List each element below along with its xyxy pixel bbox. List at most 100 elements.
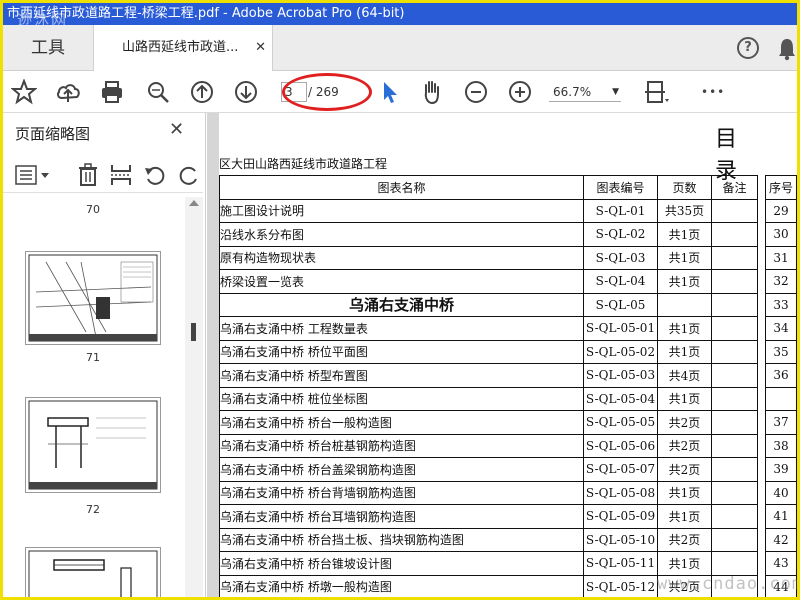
cell-seq: 32 <box>765 269 797 294</box>
thumbnail-list[interactable]: 70 71 72 <box>3 197 185 597</box>
cell-name: 乌涌右支涌中桥 桩位坐标图 <box>219 386 584 411</box>
thumbnail-page[interactable] <box>25 547 161 597</box>
cell-note <box>711 269 758 294</box>
chevron-down-icon: ▼ <box>612 87 619 97</box>
seq-row: 39 <box>765 457 797 482</box>
seq-row: 38 <box>765 433 797 458</box>
seq-row: 35 <box>765 339 797 364</box>
cell-name: 乌涌右支涌中桥 桥台一般构造图 <box>219 410 584 435</box>
cell-name: 乌涌右支涌中桥 桥台锥坡设计图 <box>219 551 584 576</box>
star-bookmark-icon[interactable] <box>11 79 37 105</box>
thumbnail-options-icon[interactable] <box>15 165 51 185</box>
cell-code: S-QL-05-02 <box>583 339 658 364</box>
cloud-upload-icon[interactable] <box>55 79 81 105</box>
hand-tool-icon[interactable] <box>419 79 445 105</box>
main-toolbar: 3 / 269 66.7% ▼ ••• <box>3 71 797 113</box>
seq-table: 序号 29 30 31 32 33 34 35 36 37 38 39 40 41 42 43 44 <box>765 175 797 597</box>
scroll-up-icon[interactable] <box>189 199 199 207</box>
more-tools-icon[interactable]: ••• <box>701 79 727 105</box>
cell-name: 乌涌右支涌中桥 桥台挡土板、挡块钢筋构造图 <box>219 527 584 552</box>
cell-pages: 共1页 <box>657 245 712 270</box>
tab-bar: 工具 山路西延线市政道... ✕ ? <box>3 25 797 72</box>
col-header-name: 图表名称 <box>219 175 584 200</box>
zoom-level-select[interactable]: 66.7% ▼ <box>549 82 621 102</box>
document-viewer[interactable]: 目录 区大田山路西延线市政道路工程 图表名称 图表编号 页数 备注 施工图设计说… <box>207 113 797 597</box>
col-header-code: 图表编号 <box>583 175 658 200</box>
zoom-out-icon[interactable] <box>463 79 489 105</box>
pdf-page: 目录 区大田山路西延线市政道路工程 图表名称 图表编号 页数 备注 施工图设计说… <box>219 113 797 597</box>
cell-pages: 共1页 <box>657 269 712 294</box>
col-header-seq: 序号 <box>765 175 797 200</box>
print-icon[interactable] <box>99 79 125 105</box>
seq-row: 43 <box>765 551 797 576</box>
cell-code: S-QL-02 <box>583 222 658 247</box>
zoom-level-value: 66.7% <box>553 85 592 99</box>
tab-document-label: 山路西延线市政道... <box>122 40 239 55</box>
cell-name: 乌涌右支涌中桥 桥台背墙钢筋构造图 <box>219 480 584 505</box>
next-page-icon[interactable] <box>233 79 259 105</box>
cell-name: 原有构造物现状表 <box>219 245 584 270</box>
cell-pages: 共2页 <box>657 410 712 435</box>
cell-pages: 共2页 <box>657 457 712 482</box>
cell-code: S-QL-05 <box>583 292 658 317</box>
thumbnail-label: 70 <box>86 203 100 216</box>
thumbnail-page[interactable] <box>25 397 161 493</box>
seq-row: 34 <box>765 316 797 341</box>
tab-tools[interactable]: 工具 <box>3 25 93 71</box>
cell-pages: 共1页 <box>657 480 712 505</box>
cell-seq: 36 <box>765 363 797 388</box>
thumbnail-label: 71 <box>86 351 100 364</box>
rotate-clockwise-icon[interactable] <box>177 163 197 187</box>
cell-seq: 40 <box>765 480 797 505</box>
cell-code: S-QL-05-06 <box>583 433 658 458</box>
watermark-bottom-right: www.cndao.com <box>657 574 797 594</box>
cell-pages: 共1页 <box>657 339 712 364</box>
cell-pages: 共1页 <box>657 504 712 529</box>
select-cursor-icon[interactable] <box>377 79 403 105</box>
scrollbar-thumb[interactable] <box>191 323 196 341</box>
cell-name: 乌涌右支涌中桥 工程数量表 <box>219 316 584 341</box>
cell-code: S-QL-03 <box>583 245 658 270</box>
search-icon[interactable] <box>145 79 171 105</box>
cell-name: 乌涌右支涌中桥 桥台耳墙钢筋构造图 <box>219 504 584 529</box>
notification-bell-icon[interactable] <box>777 37 797 61</box>
cell-code: S-QL-05-05 <box>583 410 658 435</box>
trash-icon[interactable] <box>77 163 99 187</box>
seq-row: 40 <box>765 480 797 505</box>
cell-seq: 31 <box>765 245 797 270</box>
panel-close-icon[interactable]: ✕ <box>169 119 184 140</box>
page-thumbnails-panel: 页面缩略图 ✕ 70 71 72 <box>3 113 206 597</box>
thumbnail-page[interactable] <box>25 251 161 345</box>
cell-seq: 30 <box>765 222 797 247</box>
previous-page-icon[interactable] <box>189 79 215 105</box>
seq-row: 29 <box>765 198 797 223</box>
cell-pages: 共2页 <box>657 433 712 458</box>
seq-row: 32 <box>765 269 797 294</box>
tab-document[interactable]: 山路西延线市政道... ✕ <box>93 25 273 72</box>
cell-seq: 43 <box>765 551 797 576</box>
cell-name: 乌涌右支涌中桥 桥台桩基钢筋构造图 <box>219 433 584 458</box>
seq-row: 30 <box>765 222 797 247</box>
cell-name: 桥梁设置一览表 <box>219 269 584 294</box>
seq-row: 33 <box>765 292 797 317</box>
cell-seq: 38 <box>765 433 797 458</box>
cell-note <box>711 316 758 341</box>
thumbnail-scrollbar[interactable] <box>185 197 203 597</box>
cell-name: 乌涌右支涌中桥 桥位平面图 <box>219 339 584 364</box>
cell-note <box>711 222 758 247</box>
panel-title: 页面缩略图 <box>15 125 91 143</box>
cell-note <box>711 527 758 552</box>
page-fit-icon[interactable] <box>643 79 669 105</box>
rotate-counterclockwise-icon[interactable] <box>143 163 167 187</box>
table-row: 乌涌右支涌中桥 桥台耳墙钢筋构造图 S-QL-05-09 共1页 <box>219 504 758 529</box>
title-bar: 市西延线市政道路工程-桥梁工程.pdf - Adobe Acrobat Pro … <box>3 3 797 25</box>
table-row: 乌涌右支涌中桥 桥台锥坡设计图 S-QL-05-11 共1页 <box>219 551 758 576</box>
tab-close-icon[interactable]: ✕ <box>255 25 266 71</box>
cell-note <box>711 292 758 317</box>
zoom-in-icon[interactable] <box>507 79 533 105</box>
help-icon[interactable]: ? <box>737 37 759 59</box>
cell-name: 乌涌右支涌中桥 <box>219 292 584 317</box>
table-row: 乌涌右支涌中桥 桥台盖梁钢筋构造图 S-QL-05-07 共2页 <box>219 457 758 482</box>
insert-page-icon[interactable] <box>109 163 133 187</box>
cell-seq: 34 <box>765 316 797 341</box>
